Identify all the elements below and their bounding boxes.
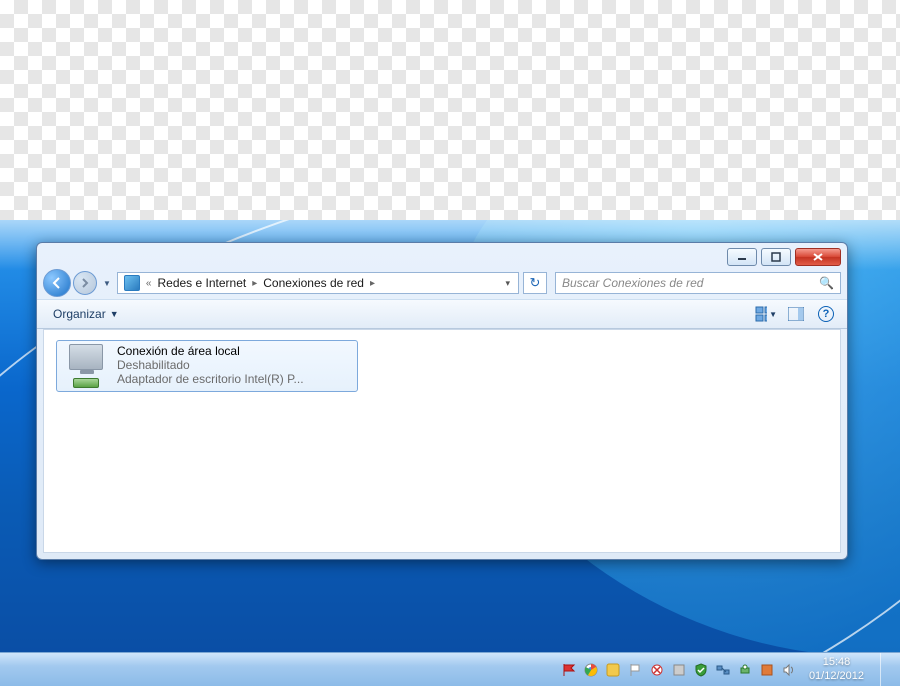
tray-safely-remove-icon[interactable] bbox=[737, 662, 753, 678]
chevron-down-icon: ▼ bbox=[110, 309, 119, 319]
maximize-button[interactable] bbox=[761, 248, 791, 266]
taskbar: 15:48 01/12/2012 bbox=[0, 652, 900, 686]
chevron-down-icon: ▼ bbox=[769, 310, 777, 319]
search-icon: 🔍 bbox=[819, 276, 834, 290]
nav-forward-button[interactable] bbox=[73, 271, 97, 295]
nav-row: ▼ « Redes e Internet ▸ Conexiones de red… bbox=[37, 267, 847, 299]
tray-action-center-icon[interactable] bbox=[627, 662, 643, 678]
transparency-background bbox=[0, 0, 900, 220]
address-dropdown-icon[interactable]: ▾ bbox=[499, 278, 516, 289]
location-icon bbox=[124, 275, 140, 291]
content-area: Conexión de área local Deshabilitado Ada… bbox=[43, 329, 841, 553]
tray-chrome-icon[interactable] bbox=[583, 662, 599, 678]
connection-name: Conexión de área local bbox=[117, 344, 304, 358]
tray-shield-icon[interactable] bbox=[693, 662, 709, 678]
taskbar-clock[interactable]: 15:48 01/12/2012 bbox=[803, 656, 870, 682]
connection-icon bbox=[63, 344, 109, 388]
show-desktop-button[interactable] bbox=[880, 653, 890, 687]
help-icon: ? bbox=[818, 306, 834, 322]
preview-pane-button[interactable] bbox=[785, 304, 807, 324]
explorer-window: ▼ « Redes e Internet ▸ Conexiones de red… bbox=[36, 242, 848, 560]
nav-back-button[interactable] bbox=[43, 269, 71, 297]
connection-item[interactable]: Conexión de área local Deshabilitado Ada… bbox=[56, 340, 358, 392]
monitor-icon bbox=[69, 344, 103, 370]
close-button[interactable] bbox=[795, 248, 841, 266]
toolbar: Organizar ▼ ▼ ? bbox=[37, 299, 847, 329]
view-options-button[interactable]: ▼ bbox=[755, 304, 777, 324]
address-bar[interactable]: « Redes e Internet ▸ Conexiones de red ▸… bbox=[117, 272, 519, 294]
search-placeholder: Buscar Conexiones de red bbox=[562, 276, 703, 290]
tray-app-icon[interactable] bbox=[605, 662, 621, 678]
minimize-button[interactable] bbox=[727, 248, 757, 266]
tray-app2-icon[interactable] bbox=[671, 662, 687, 678]
organize-button[interactable]: Organizar ▼ bbox=[47, 305, 125, 323]
breadcrumb-conexiones-red[interactable]: Conexiones de red bbox=[259, 276, 368, 290]
breadcrumb-overflow[interactable]: « bbox=[144, 278, 154, 289]
tray-volume-icon[interactable] bbox=[781, 662, 797, 678]
search-input[interactable]: Buscar Conexiones de red 🔍 bbox=[555, 272, 841, 294]
network-card-icon bbox=[73, 378, 99, 388]
clock-time: 15:48 bbox=[809, 656, 864, 669]
titlebar bbox=[37, 243, 847, 267]
tray-antivirus-icon[interactable] bbox=[649, 662, 665, 678]
tray-app3-icon[interactable] bbox=[759, 662, 775, 678]
refresh-button[interactable]: ↻ bbox=[523, 272, 547, 294]
connection-status: Deshabilitado bbox=[117, 358, 304, 372]
connection-adapter: Adaptador de escritorio Intel(R) P... bbox=[117, 372, 304, 386]
clock-date: 01/12/2012 bbox=[809, 670, 864, 683]
tray-network-icon[interactable] bbox=[715, 662, 731, 678]
nav-history-dropdown[interactable]: ▼ bbox=[99, 279, 115, 288]
refresh-icon: ↻ bbox=[530, 275, 541, 291]
tray-flag-icon[interactable] bbox=[561, 662, 577, 678]
bottom-margin bbox=[0, 686, 900, 700]
system-tray: 15:48 01/12/2012 bbox=[561, 653, 896, 687]
chevron-right-icon[interactable]: ▸ bbox=[368, 278, 377, 289]
breadcrumb-redes-internet[interactable]: Redes e Internet bbox=[153, 276, 250, 290]
help-button[interactable]: ? bbox=[815, 304, 837, 324]
chevron-right-icon[interactable]: ▸ bbox=[250, 278, 259, 289]
organize-label: Organizar bbox=[53, 307, 106, 321]
